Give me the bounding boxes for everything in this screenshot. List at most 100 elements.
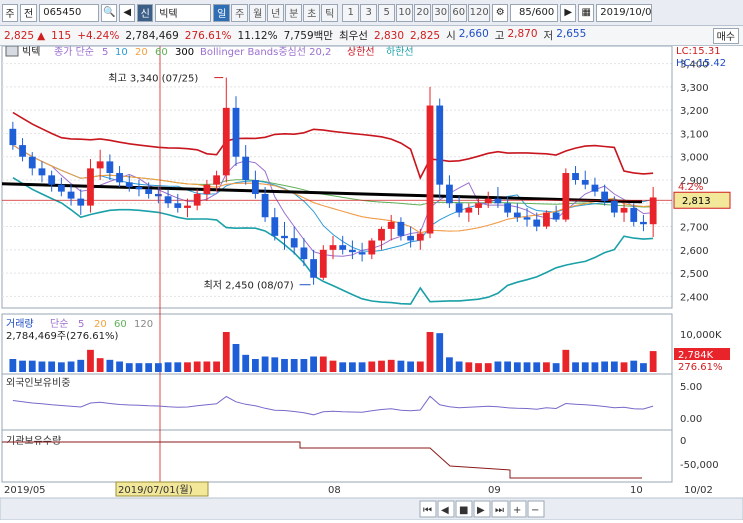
candle-body [436,105,444,185]
candle-body [349,249,356,253]
candle-body [552,212,560,220]
volume-bar [319,356,327,372]
minute-step-tab[interactable]: 5 [378,3,396,22]
candle-body [358,252,366,255]
volume-bar [484,363,492,372]
minute-step-tab[interactable]: 3 [360,3,378,22]
minute-step-tab[interactable]: 10 [396,3,414,22]
period-tab[interactable]: 초 [303,3,321,22]
volume-bar [28,360,36,372]
period-tab[interactable]: 주 [231,3,249,22]
candle-body [533,219,541,227]
volume-bar [358,362,366,372]
volume-bar [630,360,638,372]
candle-body [475,203,482,208]
new-badge: 신 [137,3,154,22]
volume-legend-60: 60 [114,319,127,330]
period-tab[interactable]: 월 [249,3,267,22]
candle-body [77,198,85,206]
market-select[interactable]: 주 [2,3,18,22]
volume-bar [349,362,356,372]
period-tab[interactable]: 년 [267,3,285,22]
volume-bar [203,361,211,372]
pct-tag-label: 4.2% [678,182,703,193]
candle-body [581,180,589,185]
candle-body [271,217,279,236]
period-tab[interactable]: 틱 [321,3,339,22]
price-change-pct: +4.24% [77,29,120,42]
legend-ma-prefix: 종가 단순 [54,46,94,58]
inst-title: 기관보유수량 [6,435,61,447]
nav-bar [0,497,743,521]
candle-body [591,184,599,192]
volume-bar [222,332,230,372]
candle-body [116,173,123,183]
candle-body [193,193,201,206]
priority-label: 최우선 [338,30,368,42]
foreign-pane [1,373,673,431]
minute-step-tab[interactable]: 1 [342,3,360,22]
volume-bar [184,362,191,372]
volume-bar [77,359,85,372]
volume-bar [504,361,512,372]
foreign-axis-label: 0.00 [680,414,702,425]
volume-bar [38,361,46,372]
volume-bar [116,361,123,372]
volume-bar [416,361,424,372]
search-icon[interactable]: 🔍 [101,3,118,22]
candle-body [184,205,191,208]
stock-name-input[interactable]: 빅텍 [155,3,212,22]
open-price: 시 2,660 [446,28,489,42]
chart-area: 3,4003,3003,2003,1003,0002,9002,8002,700… [0,45,743,521]
volume-bar [552,363,560,372]
candle-body [87,168,94,206]
settings-icon[interactable]: ⚙ [492,3,509,22]
candle-body [164,196,172,204]
x-axis-label: 2019/07/01(월) [118,484,193,496]
stock-code-input[interactable]: 065450 [39,3,100,22]
volume-bar [281,359,288,372]
candle-body [67,191,75,199]
candle-body [300,247,308,260]
period-tab[interactable]: 일 [213,3,231,22]
turnover: 11.12% [237,29,278,42]
volume-bar [610,361,618,372]
candle-body [135,186,143,190]
market-full-select[interactable]: 전 [20,3,38,22]
amount: 7,759백만 [283,30,333,42]
data-count-input[interactable]: 85/600 [510,3,559,22]
buy-button[interactable]: 매수 [712,27,739,44]
candle-body [397,221,405,236]
volume-bar [572,362,579,372]
volume-bar [581,362,589,372]
candle-body [426,105,434,234]
candle-body [378,228,385,241]
candle-body [154,193,162,197]
minute-step-tab[interactable]: 120 [468,3,491,22]
date-input[interactable]: 2019/10/0 [596,3,653,22]
volume-bar [57,362,65,372]
minute-step-tab[interactable]: 20 [414,3,432,22]
volume-bar [465,362,473,372]
volume-bar [329,360,337,372]
legend-upper: 상한선 [347,46,375,58]
nav-right-icon[interactable]: ▶ [560,3,577,22]
candle-body [310,259,317,278]
prev-icon-glyph: ◀ [441,505,449,516]
zoom-out-icon-glyph: − [531,505,539,516]
chart-icon[interactable]: ▦ [578,3,595,22]
volume-bar [251,359,259,372]
minute-step-tab[interactable]: 60 [450,3,468,22]
volume-bar [339,362,347,372]
minute-step-tabs: 1 3 5 10 20 30 60 120 [342,3,491,22]
volume-bar [640,363,647,372]
volume-axis-label: 10,000K [680,330,722,341]
minute-step-tab[interactable]: 30 [432,3,450,22]
prev-icon[interactable]: ◀ [119,3,136,22]
period-tab[interactable]: 분 [285,3,303,22]
volume-bar [387,359,395,372]
low-annotation: 최저 2,450 (08/07) [204,280,294,292]
candle-body [610,200,618,213]
candle-body [38,168,46,176]
candle-body [368,240,376,255]
